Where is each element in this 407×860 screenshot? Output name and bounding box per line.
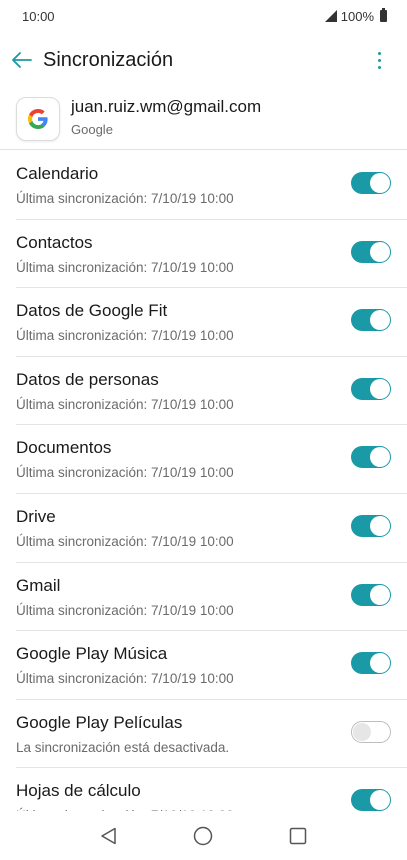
sync-item-status: Última sincronización: 7/10/19 10:00 <box>16 671 234 687</box>
sync-toggle[interactable] <box>351 240 391 263</box>
sync-item-status: Última sincronización: 7/10/19 10:00 <box>16 533 234 549</box>
square-recents-icon <box>289 827 307 845</box>
app-bar: Sincronización <box>0 32 407 88</box>
sync-item-row[interactable]: Calendario Última sincronización: 7/10/19… <box>16 151 407 220</box>
sync-toggle[interactable] <box>351 583 391 606</box>
page-title: Sincronización <box>43 48 174 71</box>
sync-item-name: Hojas de cálculo <box>16 781 141 801</box>
sync-item-row[interactable]: Datos de personas Última sincronización: … <box>16 357 407 426</box>
sync-item-row[interactable]: Drive Última sincronización: 7/10/19 10:0… <box>16 494 407 563</box>
sync-item-name: Calendario <box>16 164 99 183</box>
sync-item-row[interactable]: Contactos Última sincronización: 7/10/19 … <box>16 220 407 289</box>
status-indicators: 100% <box>324 8 387 24</box>
account-email: juan.ruiz.wm@gmail.com <box>71 97 262 116</box>
google-g-icon <box>28 108 48 129</box>
sync-item-name: Datos de personas <box>16 369 159 389</box>
navigation-bar <box>0 812 407 860</box>
sync-item-name: Google Play Películas <box>16 712 183 732</box>
circle-home-icon <box>194 826 213 846</box>
sync-item-status: Última sincronización: 7/10/19 10:00 <box>16 602 234 618</box>
sync-item-status: La sincronización está desactivada. <box>16 739 230 755</box>
battery-level: 100% <box>340 8 374 24</box>
sync-item-name: Drive <box>16 506 56 526</box>
sync-item-status: Última sincronización: 7/10/19 10:00 <box>16 808 234 811</box>
sync-item-status: Última sincronización: 7/10/19 10:00 <box>16 259 234 275</box>
account-header: juan.ruiz.wm@gmail.com Google <box>0 88 407 150</box>
sync-item-row[interactable]: Google Play Música Última sincronización:… <box>16 631 407 700</box>
signal-icon <box>324 10 337 22</box>
toggle-knob <box>370 790 390 811</box>
toggle-knob <box>370 653 390 674</box>
sync-toggle[interactable] <box>351 172 391 194</box>
google-account-tile <box>16 96 60 141</box>
sync-toggle[interactable] <box>351 446 391 469</box>
nav-back-button[interactable] <box>87 816 131 856</box>
sync-toggle[interactable] <box>351 514 391 537</box>
sync-item-name: Documentos <box>16 438 112 458</box>
nav-recents-button[interactable] <box>276 816 320 856</box>
toggle-knob <box>370 378 390 399</box>
more-vert-icon <box>377 51 381 55</box>
sync-item-row[interactable]: Datos de Google Fit Última sincronización… <box>16 288 407 357</box>
sync-item-name: Datos de Google Fit <box>16 301 168 321</box>
status-time: 10:00 <box>22 8 55 24</box>
nav-home-button[interactable] <box>181 816 225 856</box>
account-info: juan.ruiz.wm@gmail.com Google <box>71 97 261 137</box>
sync-toggle[interactable] <box>351 720 391 743</box>
toggle-knob <box>370 447 390 468</box>
toggle-knob <box>370 515 390 536</box>
sync-toggle[interactable] <box>351 652 391 675</box>
sync-item-name: Gmail <box>16 575 61 595</box>
sync-item-row[interactable]: Hojas de cálculo Última sincronización: 7… <box>16 768 407 811</box>
toggle-knob <box>353 722 371 741</box>
sync-item-row[interactable]: Google Play Películas La sincronización e… <box>16 700 407 769</box>
sync-toggle[interactable] <box>351 309 391 332</box>
sync-item-status: Última sincronización: 7/10/19 10:00 <box>16 191 234 206</box>
account-type: Google <box>71 122 113 137</box>
status-bar: 10:00 100% <box>0 0 407 32</box>
triangle-back-icon <box>101 827 116 845</box>
sync-toggle[interactable] <box>351 789 391 811</box>
more-options-button[interactable] <box>369 44 389 76</box>
back-button[interactable] <box>0 38 44 82</box>
sync-toggle[interactable] <box>351 377 391 400</box>
battery-icon <box>380 8 387 22</box>
sync-item-status: Última sincronización: 7/10/19 10:00 <box>16 465 234 481</box>
sync-item-status: Última sincronización: 7/10/19 10:00 <box>16 328 234 344</box>
sync-item-name: Contactos <box>16 232 93 252</box>
sync-item-status: Última sincronización: 7/10/19 10:00 <box>16 396 234 412</box>
toggle-knob <box>370 584 390 605</box>
sync-item-row[interactable]: Documentos Última sincronización: 7/10/19… <box>16 425 407 494</box>
toggle-knob <box>370 310 390 331</box>
arrow-left-icon <box>12 52 32 68</box>
toggle-knob <box>370 241 390 262</box>
toggle-knob <box>370 173 390 193</box>
sync-list: Calendario Última sincronización: 7/10/19… <box>0 151 407 811</box>
sync-item-name: Google Play Música <box>16 644 168 664</box>
sync-item-row[interactable]: Gmail Última sincronización: 7/10/19 10:0… <box>16 563 407 632</box>
